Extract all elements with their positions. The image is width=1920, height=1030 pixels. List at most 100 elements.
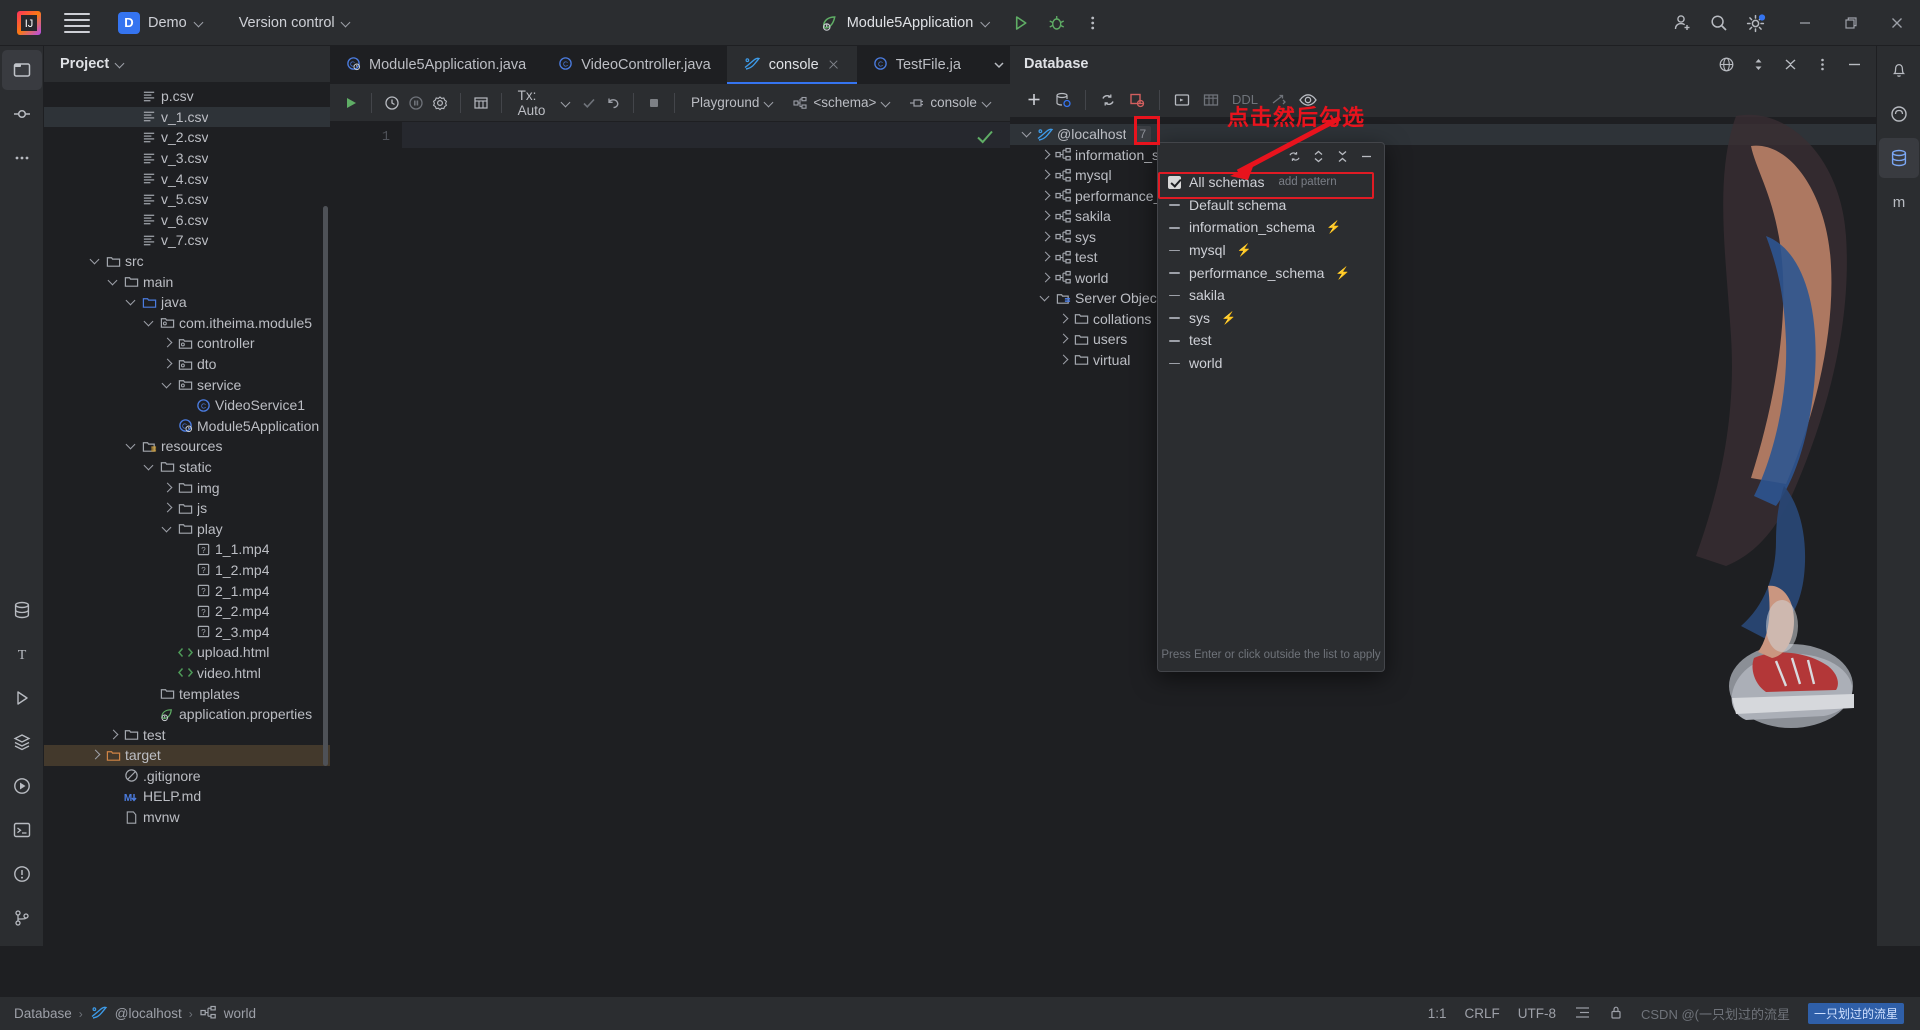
editor-tab[interactable]: C VideoController.java [542,46,727,84]
editor-tab[interactable]: console [726,46,857,84]
project-tree-row[interactable]: ? 2_3.mp4 [44,621,330,642]
rail-notifications-button[interactable] [1879,50,1919,90]
chevron-right-icon[interactable] [1038,270,1054,286]
rail-database-tool-button[interactable] [1878,138,1919,178]
schema-list-item[interactable]: test [1158,329,1384,352]
sort-icon[interactable] [1744,50,1772,78]
checkbox-indeterminate-icon[interactable] [1168,311,1181,324]
session-selector[interactable]: console [901,91,1000,114]
chevron-down-icon[interactable] [88,253,104,269]
project-tree-row[interactable]: test [44,724,330,745]
version-control-menu[interactable]: Version control [233,12,358,34]
rail-run-config-button[interactable] [2,766,42,806]
file-encoding[interactable]: UTF-8 [1518,1006,1556,1021]
popup-refresh-icon[interactable] [1284,146,1304,166]
chevron-right-icon[interactable] [160,335,176,351]
project-tree-row[interactable]: mvnw [44,807,330,828]
add-pattern-link[interactable]: add pattern [1278,176,1336,188]
schema-context-selector[interactable]: Playground [684,91,782,114]
history-button[interactable] [381,89,403,117]
project-tree-row[interactable]: ? 2_2.mp4 [44,601,330,622]
commit-button[interactable] [578,89,600,117]
project-tree-row[interactable]: v_2.csv [44,127,330,148]
project-tree-row[interactable]: v_4.csv [44,168,330,189]
project-tree-scrollbar[interactable] [323,206,328,766]
editor-tab[interactable]: C TestFile.ja [856,46,977,84]
settings-button[interactable] [1740,8,1770,38]
project-tree-row[interactable]: java [44,292,330,313]
schema-list-item[interactable]: sakila [1158,284,1384,307]
sql-editor[interactable]: 1 [330,122,1010,806]
checkbox-indeterminate-icon[interactable] [1168,221,1181,234]
rail-run-button[interactable] [2,678,42,718]
tab-list-dropdown-button[interactable] [985,51,1013,79]
debug-button[interactable] [1041,8,1071,38]
schema-list-item[interactable]: world [1158,352,1384,375]
project-tree-row[interactable]: img [44,477,330,498]
project-tree-row[interactable]: ? 1_2.mp4 [44,560,330,581]
refresh-button[interactable] [1094,86,1122,114]
schema-list-item[interactable]: information_schema ⚡ [1158,216,1384,239]
project-tree-row[interactable]: ? 2_1.mp4 [44,580,330,601]
project-tree-row[interactable]: templates [44,683,330,704]
pause-button[interactable] [405,89,427,117]
project-tree-row[interactable]: controller [44,333,330,354]
project-tree-row[interactable]: .gitignore [44,766,330,787]
chevron-down-icon[interactable] [160,377,176,393]
schema-list-item[interactable]: mysql ⚡ [1158,239,1384,262]
chevron-right-icon[interactable] [1056,311,1072,327]
open-console-button[interactable] [1168,86,1196,114]
project-tree-row[interactable]: play [44,518,330,539]
add-datasource-button[interactable] [1020,86,1048,114]
active-schema-selector[interactable]: <schema> [786,91,899,114]
project-tree-row[interactable]: v_1.csv [44,106,330,128]
editor-content[interactable] [402,122,1010,806]
lock-icon[interactable] [1609,1005,1623,1023]
data-table-button[interactable] [1197,86,1225,114]
rail-services-button[interactable] [2,722,42,762]
run-configuration-selector[interactable]: Module5Application [813,10,1000,36]
transaction-mode-selector[interactable]: Tx: Auto [511,84,577,122]
project-tree-row[interactable]: service [44,374,330,395]
maximize-window-button[interactable] [1828,0,1874,46]
rail-commit-button[interactable] [2,94,42,134]
chevron-down-icon[interactable] [1020,126,1036,142]
rail-problems-button[interactable] [2,854,42,894]
collapse-all-icon[interactable] [1776,50,1804,78]
popup-collapse-icon[interactable] [1332,146,1352,166]
console-settings-button[interactable] [429,89,451,117]
rollback-button[interactable] [602,89,624,117]
project-tree-row[interactable]: C Module5Application [44,416,330,437]
table-view-button[interactable] [470,89,492,117]
globe-icon[interactable] [1712,50,1740,78]
breadcrumb-item[interactable]: world [200,1005,256,1023]
schema-list-item[interactable]: Default schema [1158,194,1384,217]
popup-hide-icon[interactable] [1356,146,1376,166]
main-menu-button[interactable] [64,10,90,36]
chevron-right-icon[interactable] [1038,208,1054,224]
chevron-right-icon[interactable] [1056,352,1072,368]
chevron-right-icon[interactable] [160,500,176,516]
chevron-down-icon[interactable] [124,294,140,310]
rail-structure-button[interactable]: T [2,634,42,674]
panel-options-icon[interactable] [1808,50,1836,78]
project-tree-row[interactable]: upload.html [44,642,330,663]
indent-icon[interactable] [1574,1005,1591,1023]
add-account-button[interactable] [1668,8,1698,38]
editor-tab[interactable]: C Module5Application.java [330,46,543,84]
datasource-properties-button[interactable] [1049,86,1077,114]
project-tree-row[interactable]: p.csv [44,86,330,107]
rail-more-button[interactable] [2,138,42,178]
chevron-down-icon[interactable] [160,521,176,537]
chevron-right-icon[interactable] [1038,188,1054,204]
more-actions-button[interactable] [1077,8,1107,38]
chevron-down-icon[interactable] [116,59,126,69]
rail-git-button[interactable] [2,898,42,938]
schema-list-item[interactable]: performance_schema ⚡ [1158,261,1384,284]
chevron-right-icon[interactable] [1038,229,1054,245]
project-tree-row[interactable]: main [44,271,330,292]
run-button[interactable] [1005,8,1035,38]
checkbox-indeterminate-icon[interactable] [1168,198,1181,211]
line-separator[interactable]: CRLF [1464,1006,1499,1021]
hide-panel-icon[interactable] [1840,50,1868,78]
